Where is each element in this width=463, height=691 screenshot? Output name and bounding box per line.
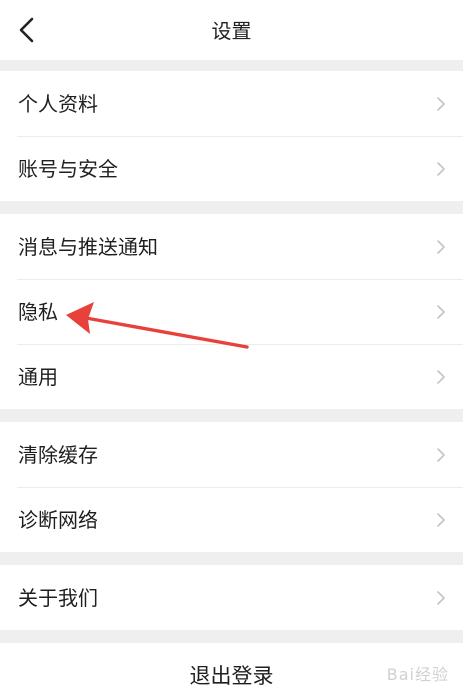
chevron-right-icon	[436, 239, 446, 255]
chevron-right-icon	[436, 590, 446, 606]
settings-group-tools: 清除缓存 诊断网络	[0, 422, 463, 552]
settings-item-account-security[interactable]: 账号与安全	[0, 136, 463, 201]
settings-item-privacy[interactable]: 隐私	[0, 279, 463, 344]
settings-item-label: 消息与推送通知	[18, 235, 158, 259]
settings-item-label: 通用	[18, 365, 58, 389]
settings-item-general[interactable]: 通用	[0, 344, 463, 409]
settings-item-label: 清除缓存	[18, 443, 98, 467]
settings-item-about-us[interactable]: 关于我们	[0, 565, 463, 630]
settings-group-profile: 个人资料 账号与安全	[0, 71, 463, 201]
settings-item-clear-cache[interactable]: 清除缓存	[0, 422, 463, 487]
settings-item-label: 隐私	[18, 300, 58, 324]
settings-item-label: 关于我们	[18, 586, 98, 610]
settings-item-label: 诊断网络	[18, 508, 98, 532]
settings-item-label: 个人资料	[18, 92, 98, 116]
page-title: 设置	[211, 19, 252, 43]
back-button[interactable]	[12, 12, 48, 48]
settings-group-general: 消息与推送通知 隐私 通用	[0, 214, 463, 409]
settings-page: 设置 个人资料 账号与安全 消息与推送通知 隐私 通用 清除缓存 诊断网络 关于…	[0, 0, 463, 691]
settings-item-label: 账号与安全	[18, 157, 118, 181]
chevron-left-icon	[19, 17, 34, 43]
chevron-right-icon	[436, 96, 446, 112]
chevron-right-icon	[436, 512, 446, 528]
top-bar: 设置	[0, 0, 463, 60]
chevron-right-icon	[436, 304, 446, 320]
watermark-logo: Bai经验	[386, 665, 449, 684]
settings-group-about: 关于我们	[0, 565, 463, 630]
chevron-right-icon	[436, 161, 446, 177]
chevron-right-icon	[436, 447, 446, 463]
settings-item-profile[interactable]: 个人资料	[0, 71, 463, 136]
chevron-right-icon	[436, 369, 446, 385]
settings-item-notifications[interactable]: 消息与推送通知	[0, 214, 463, 279]
settings-item-network-diagnosis[interactable]: 诊断网络	[0, 487, 463, 552]
